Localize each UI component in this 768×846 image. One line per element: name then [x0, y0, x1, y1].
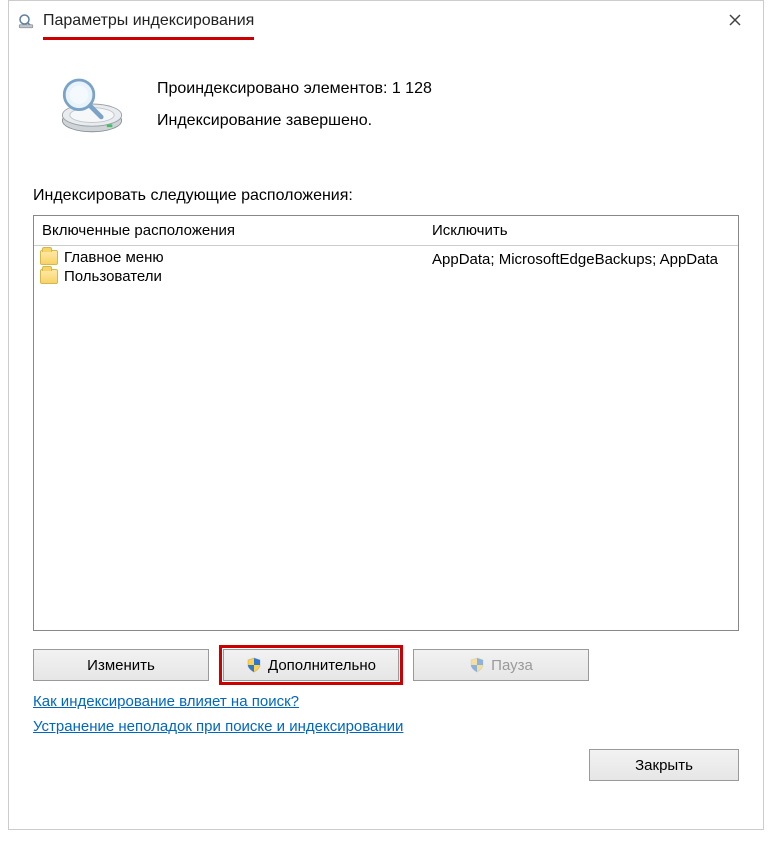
- hard-drive-magnifier-icon: [55, 67, 129, 141]
- pause-button-label: Пауза: [491, 657, 533, 674]
- help-links: Как индексирование влияет на поиск? Устр…: [33, 693, 739, 735]
- indexed-count-text: Проиндексировано элементов: 1 128: [157, 73, 432, 105]
- advanced-button-label: Дополнительно: [268, 657, 376, 674]
- pause-button: Пауза: [413, 649, 589, 681]
- uac-shield-icon: [469, 657, 485, 673]
- list-item-excluded: AppData; MicrosoftEdgeBackups; AppData: [432, 250, 730, 269]
- close-icon: [729, 13, 741, 29]
- locations-listbox[interactable]: Включенные расположения Исключить Главно…: [33, 215, 739, 631]
- status-row: Проиндексировано элементов: 1 128 Индекс…: [33, 57, 739, 147]
- indexing-options-window: Параметры индексирования: [8, 0, 764, 830]
- locations-header-row: Включенные расположения Исключить: [34, 216, 738, 246]
- list-item-label: Пользователи: [64, 268, 162, 285]
- title-highlight-underline: [43, 37, 254, 40]
- modify-button-label: Изменить: [87, 657, 155, 674]
- uac-shield-icon: [246, 657, 262, 673]
- how-indexing-affects-search-link[interactable]: Как индексирование влияет на поиск?: [33, 693, 299, 710]
- modify-button[interactable]: Изменить: [33, 649, 209, 681]
- excluded-column: AppData; MicrosoftEdgeBackups; AppData: [424, 246, 738, 630]
- dialog-body: Проиндексировано элементов: 1 128 Индекс…: [9, 41, 763, 797]
- indexing-status-text: Индексирование завершено.: [157, 105, 432, 137]
- status-texts: Проиндексировано элементов: 1 128 Индекс…: [157, 67, 432, 137]
- close-button[interactable]: Закрыть: [589, 749, 739, 781]
- column-header-excluded[interactable]: Исключить: [424, 216, 738, 245]
- included-column: Главное меню Пользователи: [34, 246, 424, 630]
- footer: Закрыть: [33, 749, 739, 781]
- list-item-label: Главное меню: [64, 249, 164, 266]
- advanced-button[interactable]: Дополнительно: [223, 649, 399, 681]
- locations-section-label: Индексировать следующие расположения:: [33, 187, 739, 205]
- buttons-row: Изменить Дополнительно: [33, 649, 739, 681]
- close-button-label: Закрыть: [635, 757, 693, 774]
- column-header-included[interactable]: Включенные расположения: [34, 216, 424, 245]
- list-item[interactable]: Пользователи: [36, 267, 422, 286]
- window-title: Параметры индексирования: [43, 12, 254, 29]
- folder-icon: [40, 269, 58, 284]
- titlebar: Параметры индексирования: [9, 1, 763, 41]
- folder-icon: [40, 250, 58, 265]
- close-window-button[interactable]: [715, 5, 755, 37]
- troubleshoot-indexing-link[interactable]: Устранение неполадок при поиске и индекс…: [33, 718, 403, 735]
- indexing-magnifier-icon: [17, 12, 35, 30]
- locations-body: Главное меню Пользователи AppData; Micro…: [34, 246, 738, 630]
- list-item[interactable]: Главное меню: [36, 248, 422, 267]
